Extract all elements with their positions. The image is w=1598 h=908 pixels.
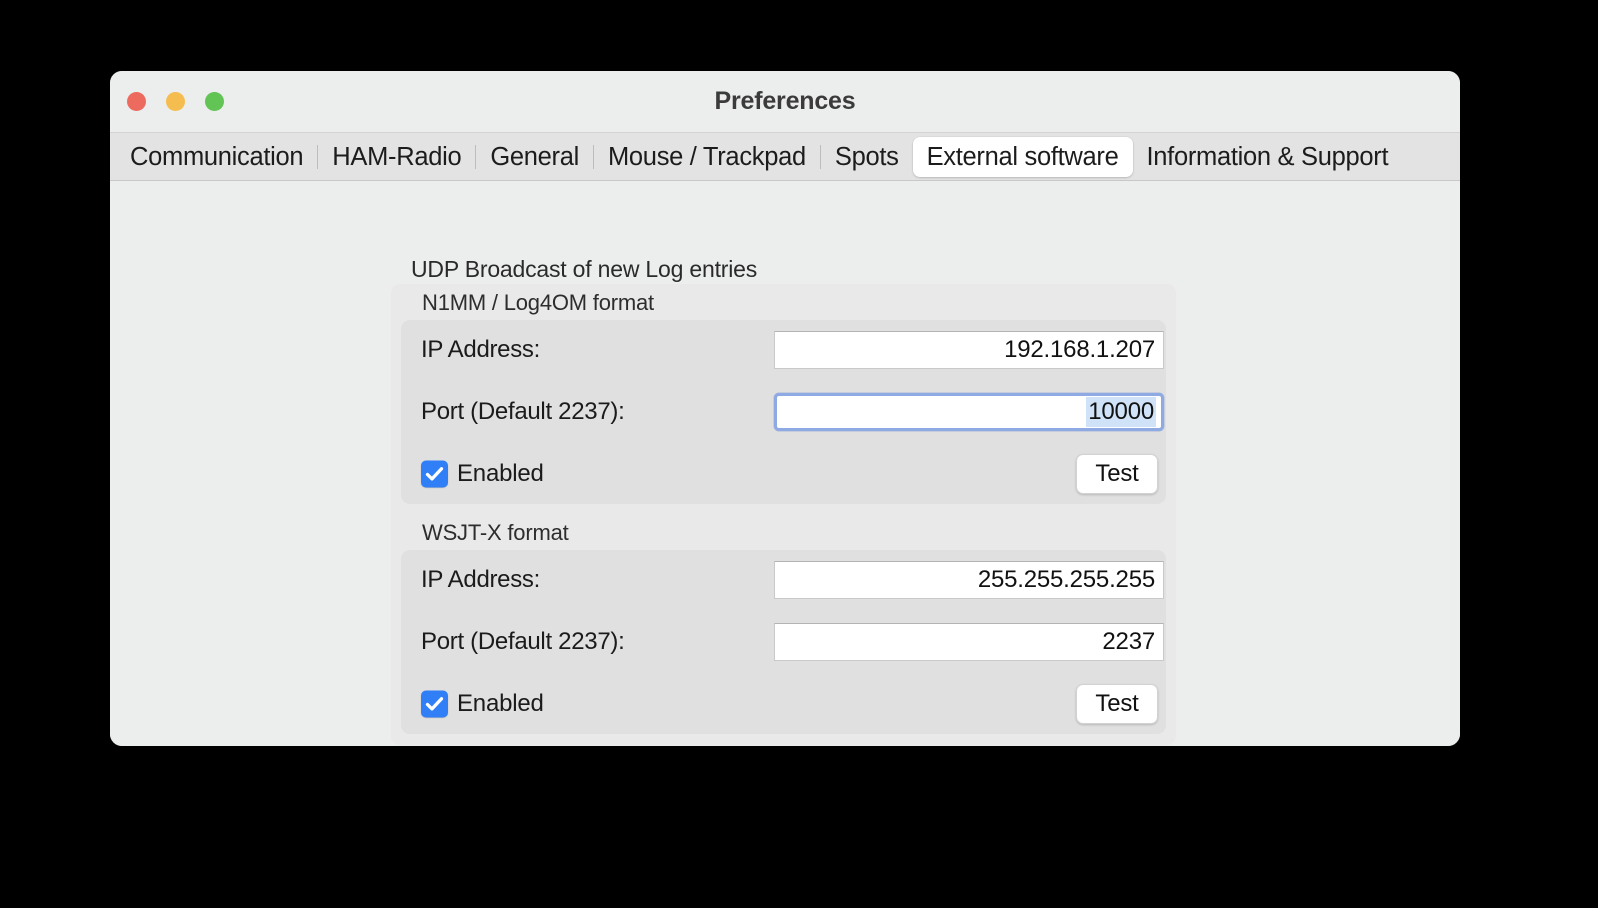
close-button[interactable]	[127, 92, 146, 111]
n1mm-port-row: Port (Default 2237): 10000	[401, 390, 1166, 434]
n1mm-port-value: 10000	[1086, 397, 1156, 427]
tab-mouse-trackpad[interactable]: Mouse / Trackpad	[594, 137, 820, 177]
window-controls	[127, 92, 224, 111]
n1mm-enabled-row: Enabled Test	[401, 451, 1166, 497]
n1mm-ip-label: IP Address:	[421, 336, 540, 363]
minimize-button[interactable]	[166, 92, 185, 111]
n1mm-enabled-label: Enabled	[457, 460, 544, 487]
wsjtx-enabled-checkbox[interactable]	[421, 690, 448, 718]
n1mm-ip-value: 192.168.1.207	[1004, 336, 1155, 363]
n1mm-port-input[interactable]: 10000	[774, 393, 1164, 431]
udp-broadcast-group: N1MM / Log4OM format IP Address: 192.168…	[391, 284, 1176, 745]
wsjtx-ip-label: IP Address:	[421, 566, 540, 593]
section-title: UDP Broadcast of new Log entries	[411, 256, 758, 282]
wsjtx-port-row: Port (Default 2237): 2237	[401, 620, 1166, 664]
preferences-window: Preferences Communication HAM-Radio Gene…	[110, 71, 1460, 746]
wsjtx-enabled-row: Enabled Test	[401, 681, 1166, 727]
desktop-background: Preferences Communication HAM-Radio Gene…	[0, 0, 1598, 908]
wsjtx-port-label: Port (Default 2237):	[421, 628, 625, 655]
n1mm-ip-input[interactable]: 192.168.1.207	[774, 331, 1164, 369]
tab-information-support[interactable]: Information & Support	[1133, 137, 1403, 177]
preferences-content: UDP Broadcast of new Log entries N1MM / …	[110, 181, 1460, 746]
wsjtx-enabled-label: Enabled	[457, 690, 544, 717]
wsjtx-panel: IP Address: 255.255.255.255 Port (Defaul…	[401, 550, 1166, 734]
wsjtx-ip-row: IP Address: 255.255.255.255	[401, 558, 1166, 602]
tab-ham-radio[interactable]: HAM-Radio	[318, 137, 475, 177]
group-label-n1mm: N1MM / Log4OM format	[422, 290, 654, 315]
wsjtx-ip-input[interactable]: 255.255.255.255	[774, 561, 1164, 599]
n1mm-panel: IP Address: 192.168.1.207 Port (Default …	[401, 320, 1166, 504]
tab-communication[interactable]: Communication	[116, 137, 317, 177]
window-title: Preferences	[714, 87, 856, 115]
tab-general[interactable]: General	[476, 137, 593, 177]
tab-bar: Communication HAM-Radio General Mouse / …	[110, 132, 1460, 181]
n1mm-port-label: Port (Default 2237):	[421, 398, 625, 425]
wsjtx-test-button[interactable]: Test	[1076, 684, 1158, 724]
wsjtx-ip-value: 255.255.255.255	[977, 566, 1155, 593]
maximize-button[interactable]	[205, 92, 224, 111]
tab-external-software[interactable]: External software	[912, 136, 1133, 177]
window-titlebar: Preferences	[110, 71, 1460, 132]
n1mm-enabled-checkbox[interactable]	[421, 460, 448, 488]
n1mm-ip-row: IP Address: 192.168.1.207	[401, 328, 1166, 372]
n1mm-test-button[interactable]: Test	[1076, 454, 1158, 494]
tab-spots[interactable]: Spots	[821, 137, 913, 177]
group-label-wsjtx: WSJT-X format	[422, 520, 569, 545]
wsjtx-port-input[interactable]: 2237	[774, 623, 1164, 661]
wsjtx-port-value: 2237	[1102, 628, 1155, 655]
